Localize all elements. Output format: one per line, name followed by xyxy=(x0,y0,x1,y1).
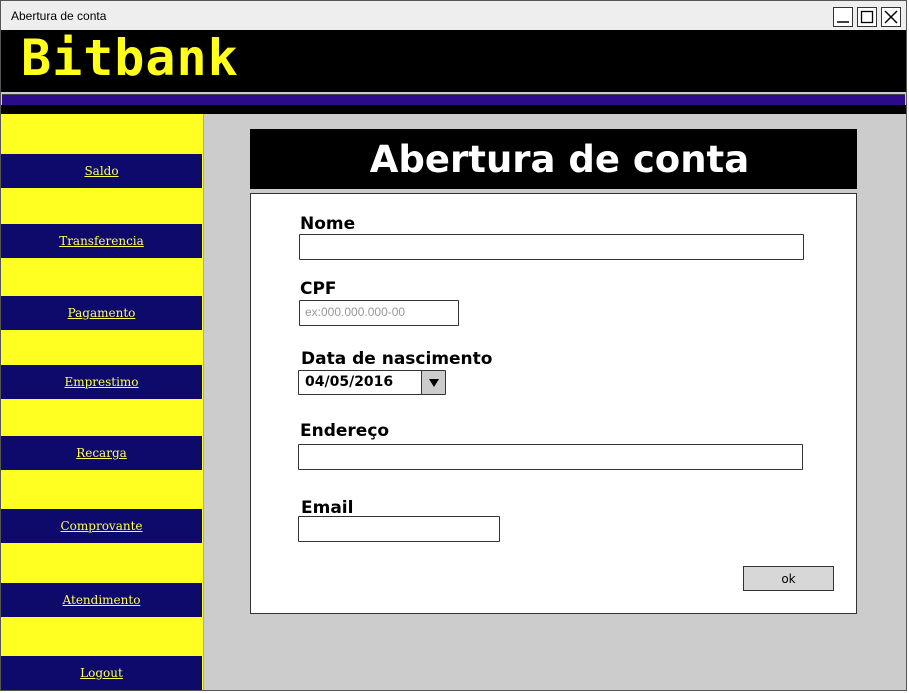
nome-label: Nome xyxy=(300,214,356,234)
sidebar-item-label[interactable]: Saldo xyxy=(84,164,118,178)
maximize-icon xyxy=(860,10,874,24)
app-header: Bitbank xyxy=(1,30,906,92)
endereco-label: Endereço xyxy=(300,421,390,441)
sidebar-item-saldo[interactable]: Saldo xyxy=(1,154,202,188)
sidebar-item-label[interactable]: Logout xyxy=(80,666,123,680)
sidebar-item-label[interactable]: Comprovante xyxy=(60,519,142,533)
cpf-input[interactable]: ex:000.000.000-00 xyxy=(299,300,459,326)
nascimento-value: 04/05/2016 xyxy=(305,374,394,390)
sidebar-item-comprovante[interactable]: Comprovante xyxy=(1,509,202,543)
sidebar-item-label[interactable]: Atendimento xyxy=(63,593,141,607)
nascimento-select[interactable]: 04/05/2016 xyxy=(298,370,446,395)
triangle-down-icon xyxy=(428,378,439,387)
nascimento-label: Data de nascimento xyxy=(301,349,493,369)
sidebar-item-pagamento[interactable]: Pagamento xyxy=(1,296,202,330)
endereco-input[interactable] xyxy=(298,444,803,470)
sidebar-item-logout[interactable]: Logout xyxy=(1,656,202,690)
minimize-icon xyxy=(837,21,849,23)
nome-input[interactable] xyxy=(299,234,804,260)
sidebar-item-recarga[interactable]: Recarga xyxy=(1,436,202,470)
sidebar-item-label[interactable]: Transferencia xyxy=(59,234,144,248)
dropdown-button[interactable] xyxy=(421,371,445,394)
close-icon xyxy=(884,10,898,24)
window-title: Abertura de conta xyxy=(11,9,107,23)
sidebar-item-emprestimo[interactable]: Emprestimo xyxy=(1,365,202,399)
cpf-label: CPF xyxy=(300,279,337,299)
brand-logo: Bitbank xyxy=(21,29,239,87)
title-bar: Abertura de conta xyxy=(1,1,906,31)
minimize-button[interactable] xyxy=(833,7,853,27)
sidebar-item-label[interactable]: Emprestimo xyxy=(64,375,138,389)
app-window: Abertura de conta Bitbank Saldo Transfer… xyxy=(0,0,907,691)
sidebar: Saldo Transferencia Pagamento Emprestimo… xyxy=(1,114,204,690)
form-header: Abertura de conta xyxy=(250,129,857,189)
sidebar-item-label[interactable]: Pagamento xyxy=(68,306,136,320)
page-title: Abertura de conta xyxy=(369,137,750,181)
sidebar-item-label[interactable]: Recarga xyxy=(76,446,127,460)
email-label: Email xyxy=(301,498,354,518)
close-button[interactable] xyxy=(881,7,901,27)
sidebar-item-transferencia[interactable]: Transferencia xyxy=(1,224,202,258)
header-divider xyxy=(1,105,906,114)
ok-button[interactable]: ok xyxy=(743,566,834,591)
maximize-button[interactable] xyxy=(857,7,877,27)
sidebar-item-atendimento[interactable]: Atendimento xyxy=(1,583,202,617)
email-input[interactable] xyxy=(298,516,500,542)
cpf-placeholder: ex:000.000.000-00 xyxy=(305,305,406,319)
